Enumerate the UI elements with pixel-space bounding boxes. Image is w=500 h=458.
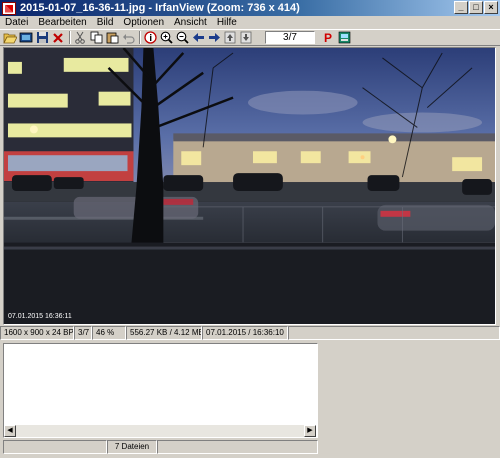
upload-icon[interactable]: [223, 31, 237, 45]
delete-icon[interactable]: [51, 31, 65, 45]
irfanview-app-icon[interactable]: [2, 1, 16, 15]
toolbar-separator: [139, 31, 141, 44]
thumbnail-panel: ◀ ▶ 7 Dateien: [3, 343, 318, 455]
thumb-status-empty-left: [3, 440, 107, 454]
status-zoom: 46 %: [92, 326, 126, 340]
undo-icon[interactable]: [121, 31, 135, 45]
scroll-track[interactable]: [16, 425, 304, 437]
window-title: 2015-01-07_16-36-11.jpg - IrfanView (Zoo…: [20, 2, 300, 14]
toolbar: 3/7 P: [0, 29, 500, 46]
toolbar-separator: [69, 31, 71, 44]
download-icon[interactable]: [239, 31, 253, 45]
scroll-left-icon[interactable]: ◀: [4, 425, 16, 437]
minimize-button[interactable]: _: [454, 1, 468, 14]
cut-icon[interactable]: [73, 31, 87, 45]
menu-datei[interactable]: Datei: [0, 17, 33, 28]
photo-canvas: [4, 48, 495, 324]
plugin-p-icon[interactable]: P: [321, 31, 335, 45]
menu-hilfe[interactable]: Hilfe: [212, 17, 242, 28]
status-filesize: 556.27 KB / 4.12 MB: [126, 326, 202, 340]
empty-area: [320, 341, 500, 458]
menu-optionen[interactable]: Optionen: [118, 17, 169, 28]
info-icon[interactable]: [143, 31, 157, 45]
status-empty: [288, 326, 500, 340]
next-icon[interactable]: [207, 31, 221, 45]
menu-ansicht[interactable]: Ansicht: [169, 17, 212, 28]
title-bar: 2015-01-07_16-36-11.jpg - IrfanView (Zoo…: [0, 0, 500, 16]
scroll-right-icon[interactable]: ▶: [304, 425, 316, 437]
maximize-button[interactable]: □: [469, 1, 483, 14]
thumbnail-list[interactable]: [3, 343, 318, 438]
menu-bild[interactable]: Bild: [92, 17, 119, 28]
status-index: 3/7: [74, 326, 92, 340]
thumbnail-status-bar: 7 Dateien: [3, 440, 318, 454]
menu-bearbeiten[interactable]: Bearbeiten: [33, 17, 91, 28]
photo-timestamp: 07.01.2015 16:36:11: [8, 313, 72, 320]
copy-icon[interactable]: [89, 31, 103, 45]
status-dimensions: 1600 x 900 x 24 BPP: [0, 326, 74, 340]
slideshow-icon[interactable]: [19, 31, 33, 45]
status-datetime: 07.01.2015 / 16:36:10: [202, 326, 288, 340]
menu-bar: Datei Bearbeiten Bild Optionen Ansicht H…: [0, 16, 500, 29]
svg-text:P: P: [324, 31, 332, 44]
close-button[interactable]: ×: [484, 1, 498, 14]
prev-icon[interactable]: [191, 31, 205, 45]
image-viewport[interactable]: 07.01.2015 16:36:11: [3, 47, 496, 325]
status-bar: 1600 x 900 x 24 BPP 3/7 46 % 556.27 KB /…: [0, 326, 500, 340]
save-icon[interactable]: [35, 31, 49, 45]
zoom-in-icon[interactable]: [159, 31, 173, 45]
thumb-file-count: 7 Dateien: [107, 440, 157, 454]
open-icon[interactable]: [3, 31, 17, 45]
zoom-out-icon[interactable]: [175, 31, 189, 45]
thumb-status-empty-right: [157, 440, 318, 454]
page-number-field[interactable]: 3/7: [265, 31, 315, 44]
paste-icon[interactable]: [105, 31, 119, 45]
thumbnails-icon[interactable]: [337, 31, 351, 45]
window-controls: _ □ ×: [454, 1, 498, 14]
horizontal-scrollbar[interactable]: ◀ ▶: [4, 425, 316, 437]
